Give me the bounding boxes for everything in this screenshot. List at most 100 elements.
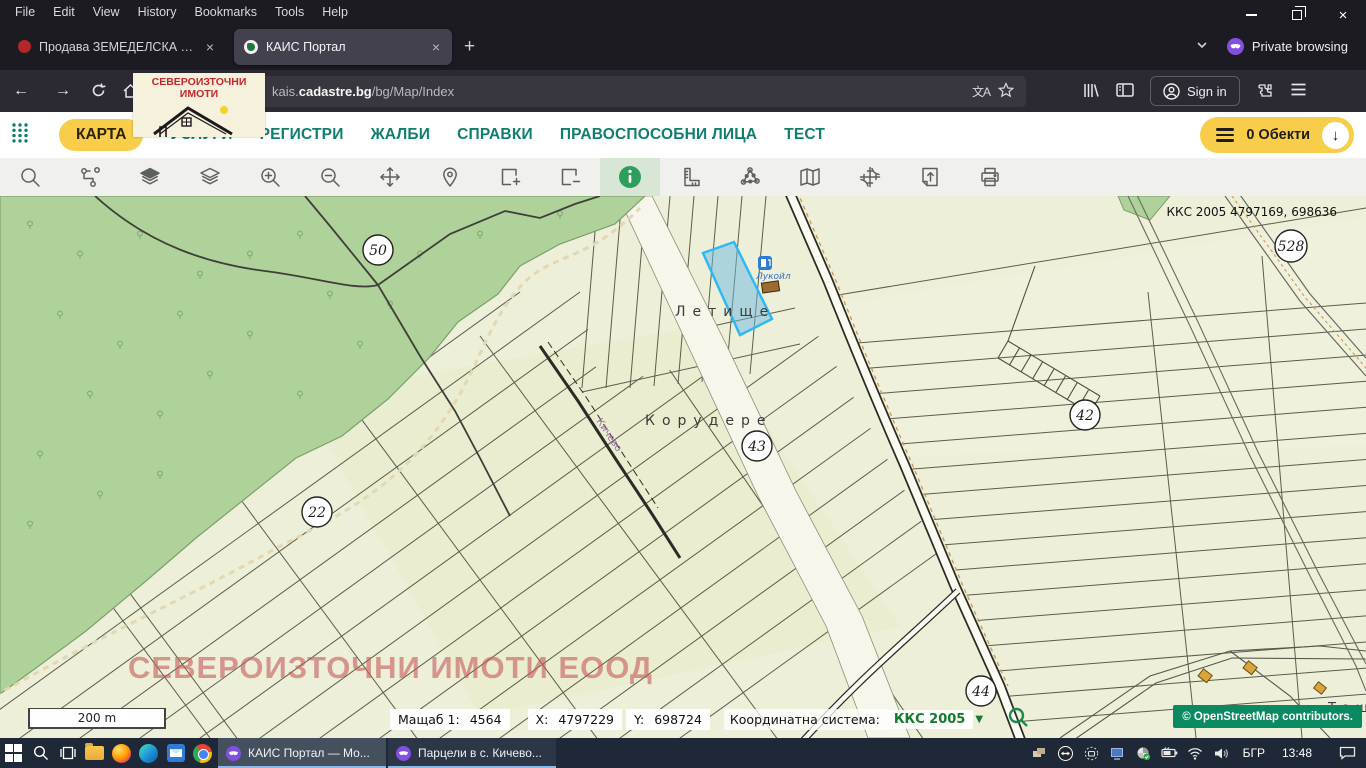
- export-page-tool-icon[interactable]: [900, 158, 960, 196]
- window-controls: ×: [1228, 0, 1366, 30]
- menu-view[interactable]: View: [84, 5, 129, 19]
- scale-bar: 200 m: [28, 708, 166, 729]
- overview-map-tool-icon[interactable]: [780, 158, 840, 196]
- nav-karta[interactable]: КАРТА: [59, 119, 143, 151]
- agency-logo-watermark: СЕВЕРОИЗТОЧНИ ИМОТИ: [133, 73, 265, 137]
- cadastral-basemap: Кичево: [0, 196, 1366, 738]
- private-browsing-label: Private browsing: [1252, 39, 1348, 54]
- layers-outline-tool-icon[interactable]: [180, 158, 240, 196]
- agency-logo-title: СЕВЕРОИЗТОЧНИ ИМОТИ: [133, 76, 265, 100]
- zoom-rect-out-tool-icon[interactable]: [540, 158, 600, 196]
- tray-capture-icon[interactable]: [1083, 745, 1100, 762]
- y-coordinate-readout: Y:698724: [626, 709, 710, 730]
- nav-zhalbi[interactable]: ЖАЛБИ: [371, 126, 431, 144]
- taskbar-window-parceli[interactable]: Парцели в с. Кичево...: [388, 738, 556, 768]
- edge-icon[interactable]: [135, 738, 162, 768]
- tab-close-icon[interactable]: ×: [204, 39, 216, 55]
- tab-overflow-chevron-icon[interactable]: [1195, 38, 1213, 56]
- firefox-icon[interactable]: [108, 738, 135, 768]
- forward-button[interactable]: →: [42, 82, 84, 100]
- zoom-in-tool-icon[interactable]: [240, 158, 300, 196]
- action-center-icon[interactable]: [1339, 745, 1356, 762]
- windows-taskbar: КАИС Портал — Мо... Парцели в с. Кичево.…: [0, 738, 1366, 768]
- layers-filled-tool-icon[interactable]: [120, 158, 180, 196]
- objects-counter-button[interactable]: 0 Обекти ↓: [1200, 117, 1354, 153]
- private-mask-icon: [396, 746, 411, 761]
- measure-length-tool-icon[interactable]: [660, 158, 720, 196]
- crs-dropdown-caret-icon[interactable]: ▼: [975, 714, 983, 725]
- clock[interactable]: 13:48: [1278, 746, 1316, 760]
- tab-title: КАИС Портал: [266, 40, 422, 54]
- tray-volume-icon[interactable]: [1213, 745, 1230, 762]
- pan-tool-icon[interactable]: [360, 158, 420, 196]
- menu-edit[interactable]: Edit: [44, 5, 84, 19]
- extensions-puzzle-icon[interactable]: [1256, 82, 1274, 100]
- zoom-out-tool-icon[interactable]: [300, 158, 360, 196]
- svg-text:22: 22: [307, 505, 326, 521]
- sidebar-toggle-icon[interactable]: [1116, 82, 1134, 100]
- menu-tools[interactable]: Tools: [266, 5, 313, 19]
- objects-count-label: 0 Обекти: [1246, 127, 1310, 143]
- menu-file[interactable]: File: [6, 5, 44, 19]
- menu-history[interactable]: History: [129, 5, 186, 19]
- minimize-button[interactable]: [1228, 0, 1274, 30]
- language-indicator[interactable]: БГР: [1239, 746, 1269, 760]
- info-tool-icon[interactable]: [600, 158, 660, 196]
- new-tab-button[interactable]: +: [452, 36, 487, 58]
- crs-selector-value[interactable]: ККС 2005: [886, 710, 974, 729]
- map-status-bar: Мащаб 1:4564 X:4797229 Y:698724 Координа…: [390, 708, 1030, 730]
- download-arrow-icon: ↓: [1322, 122, 1349, 149]
- cursor-coordinates-readout: ККС 2005 4797169, 698636: [1167, 205, 1337, 219]
- back-button[interactable]: ←: [0, 82, 42, 100]
- osm-attribution-badge[interactable]: © OpenStreetMap contributors.: [1173, 705, 1362, 728]
- start-button[interactable]: [0, 738, 27, 768]
- taskbar-window-title: Парцели в с. Кичево...: [418, 746, 542, 760]
- nav-registri[interactable]: РЕГИСТРИ: [260, 126, 344, 144]
- bookmark-star-icon[interactable]: [998, 82, 1016, 100]
- restore-button[interactable]: [1274, 0, 1320, 30]
- print-tool-icon[interactable]: [960, 158, 1020, 196]
- url-bar[interactable]: kais.cadastre.bg/bg/Map/Index 文A: [236, 76, 1026, 107]
- tab-prodava-zemedelska[interactable]: Продава ЗЕМЕДЕЛСКА ЗЕМЯ в ×: [8, 29, 226, 65]
- system-tray: БГР 13:48: [1031, 738, 1366, 768]
- translate-icon[interactable]: 文A: [972, 83, 990, 100]
- zoom-rect-in-tool-icon[interactable]: [480, 158, 540, 196]
- tray-display-icon[interactable]: [1109, 745, 1126, 762]
- sign-in-button[interactable]: Sign in: [1150, 76, 1240, 106]
- browser-menubar: File Edit View History Bookmarks Tools H…: [0, 0, 1366, 23]
- route-nodes-tool-icon[interactable]: [60, 158, 120, 196]
- nav-test[interactable]: ТЕСТ: [784, 126, 825, 144]
- tray-wifi-icon[interactable]: [1187, 745, 1204, 762]
- location-pin-tool-icon[interactable]: [420, 158, 480, 196]
- tab-kais-portal[interactable]: КАИС Портал ×: [234, 29, 452, 65]
- search-tool-icon[interactable]: [0, 158, 60, 196]
- private-browsing-indicator: Private browsing: [1227, 38, 1348, 55]
- tray-teamviewer-icon[interactable]: [1057, 745, 1074, 762]
- measure-area-tool-icon[interactable]: [720, 158, 780, 196]
- apps-grid-icon[interactable]: [10, 121, 30, 150]
- cadastral-map-viewport[interactable]: Кичево: [0, 196, 1366, 738]
- menu-help[interactable]: Help: [313, 5, 357, 19]
- agency-logo-house-icon: [136, 100, 262, 137]
- coordinate-grid-tool-icon[interactable]: [840, 158, 900, 196]
- objects-menu-icon: [1216, 128, 1234, 142]
- tray-battery-icon[interactable]: [1161, 745, 1178, 762]
- tab-close-icon[interactable]: ×: [430, 39, 442, 55]
- reload-button[interactable]: [90, 82, 108, 100]
- task-view-icon[interactable]: [54, 738, 81, 768]
- taskbar-window-kais[interactable]: КАИС Портал — Мо...: [218, 738, 386, 768]
- tray-windows-icon[interactable]: [1031, 745, 1048, 762]
- library-icon[interactable]: [1082, 82, 1100, 100]
- menu-bookmarks[interactable]: Bookmarks: [185, 5, 266, 19]
- nav-pravosposobni-litsa[interactable]: ПРАВОСПОСОБНИ ЛИЦА: [560, 126, 757, 144]
- private-mask-icon: [226, 746, 241, 761]
- file-explorer-icon[interactable]: [81, 738, 108, 768]
- tray-security-icon[interactable]: [1135, 745, 1152, 762]
- nav-spravki[interactable]: СПРАВКИ: [457, 126, 533, 144]
- mail-app-icon[interactable]: [162, 738, 189, 768]
- close-button[interactable]: ×: [1320, 0, 1366, 30]
- chrome-icon[interactable]: [189, 738, 216, 768]
- taskbar-search-icon[interactable]: [27, 738, 54, 768]
- app-menu-hamburger-icon[interactable]: [1290, 82, 1308, 100]
- map-search-icon[interactable]: [1007, 706, 1030, 732]
